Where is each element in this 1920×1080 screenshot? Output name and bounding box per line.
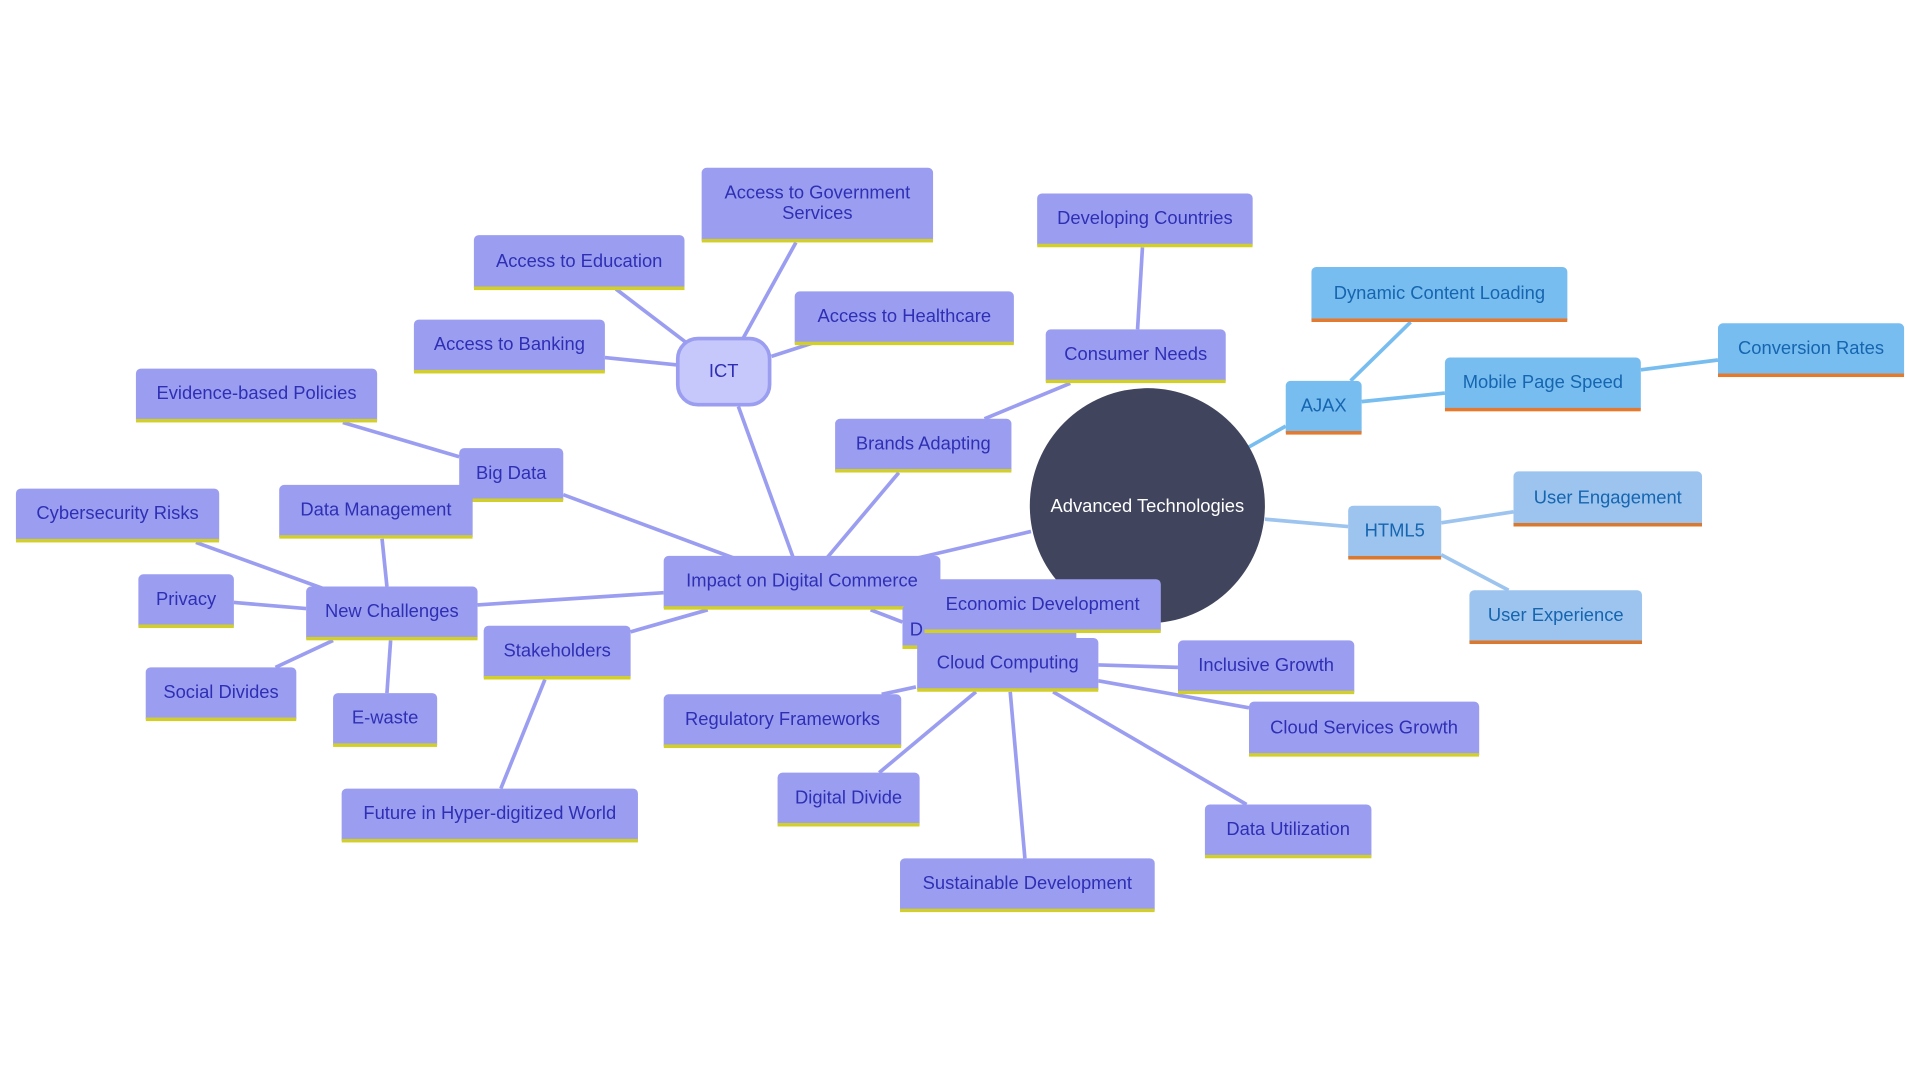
node-privacy[interactable]: Privacy <box>138 574 234 629</box>
edge <box>233 600 307 611</box>
edge <box>1440 553 1510 592</box>
node-brands-adapting[interactable]: Brands Adapting <box>835 418 1012 473</box>
node-sustainable-development[interactable]: Sustainable Development <box>900 858 1155 913</box>
node-consumer-needs[interactable]: Consumer Needs <box>1045 329 1226 384</box>
edge <box>915 529 1032 561</box>
edge <box>630 608 709 634</box>
edge <box>825 471 901 560</box>
mindmap: Advanced Technologies ICT Access to Gove… <box>0 0 1920 1080</box>
node-user-experience[interactable]: User Experience <box>1469 590 1643 645</box>
edge <box>1640 358 1719 372</box>
edge <box>614 287 690 346</box>
node-e-waste[interactable]: E-waste <box>333 693 438 747</box>
edge <box>1052 690 1248 807</box>
edge <box>342 420 460 459</box>
node-inclusive-growth[interactable]: Inclusive Growth <box>1177 640 1355 695</box>
edges <box>195 241 1719 859</box>
node-developing-countries[interactable]: Developing Countries <box>1037 193 1253 248</box>
edge <box>736 405 796 559</box>
edge <box>385 640 393 694</box>
edge <box>499 678 547 790</box>
edge <box>274 638 334 670</box>
node-access-education[interactable]: Access to Education <box>473 235 685 291</box>
node-cybersecurity-risks[interactable]: Cybersecurity Risks <box>15 488 220 543</box>
edge <box>604 355 678 367</box>
node-html5[interactable]: HTML5 <box>1348 505 1442 560</box>
edge <box>983 381 1071 421</box>
edge <box>1008 691 1027 859</box>
edge <box>881 685 917 697</box>
node-economic-development[interactable]: Economic Development <box>924 579 1161 634</box>
edge <box>1349 320 1412 383</box>
edge <box>562 492 736 561</box>
node-data-management[interactable]: Data Management <box>279 484 473 539</box>
edge <box>477 590 664 607</box>
edge <box>869 608 904 624</box>
node-access-banking[interactable]: Access to Banking <box>413 319 605 374</box>
node-cloud-computing[interactable]: Cloud Computing <box>917 637 1099 692</box>
node-social-divides[interactable]: Social Divides <box>145 667 297 722</box>
node-big-data[interactable]: Big Data <box>459 448 564 503</box>
node-new-challenges[interactable]: New Challenges <box>306 586 478 641</box>
node-access-government[interactable]: Access to Government Services <box>701 167 934 243</box>
node-dynamic-content-loading[interactable]: Dynamic Content Loading <box>1311 266 1568 323</box>
edge <box>1361 391 1446 404</box>
node-regulatory-frameworks[interactable]: Regulatory Frameworks <box>663 694 902 749</box>
node-stakeholders[interactable]: Stakeholders <box>483 625 631 680</box>
node-future-hyper-digitized[interactable]: Future in Hyper-digitized World <box>341 788 638 843</box>
node-cloud-services-growth[interactable]: Cloud Services Growth <box>1248 701 1480 757</box>
node-conversion-rates[interactable]: Conversion Rates <box>1717 323 1905 378</box>
edge <box>1264 517 1349 529</box>
edge <box>741 241 798 339</box>
edge <box>1135 247 1145 330</box>
node-ajax[interactable]: AJAX <box>1285 380 1362 435</box>
node-evidence-based-policies[interactable]: Evidence-based Policies <box>135 368 378 423</box>
node-user-engagement[interactable]: User Engagement <box>1513 471 1703 527</box>
node-mobile-page-speed[interactable]: Mobile Page Speed <box>1444 357 1641 412</box>
node-access-healthcare[interactable]: Access to Healthcare <box>794 291 1014 346</box>
edge <box>1098 663 1179 670</box>
node-digital-divide[interactable]: Digital Divide <box>777 772 920 827</box>
node-ict[interactable]: ICT <box>675 336 772 407</box>
node-impact-digital-commerce[interactable]: Impact on Digital Commerce <box>663 555 941 610</box>
edge <box>380 538 389 587</box>
node-data-utilization[interactable]: Data Utilization <box>1204 804 1372 859</box>
edge <box>1248 424 1287 449</box>
edge <box>1440 510 1514 525</box>
